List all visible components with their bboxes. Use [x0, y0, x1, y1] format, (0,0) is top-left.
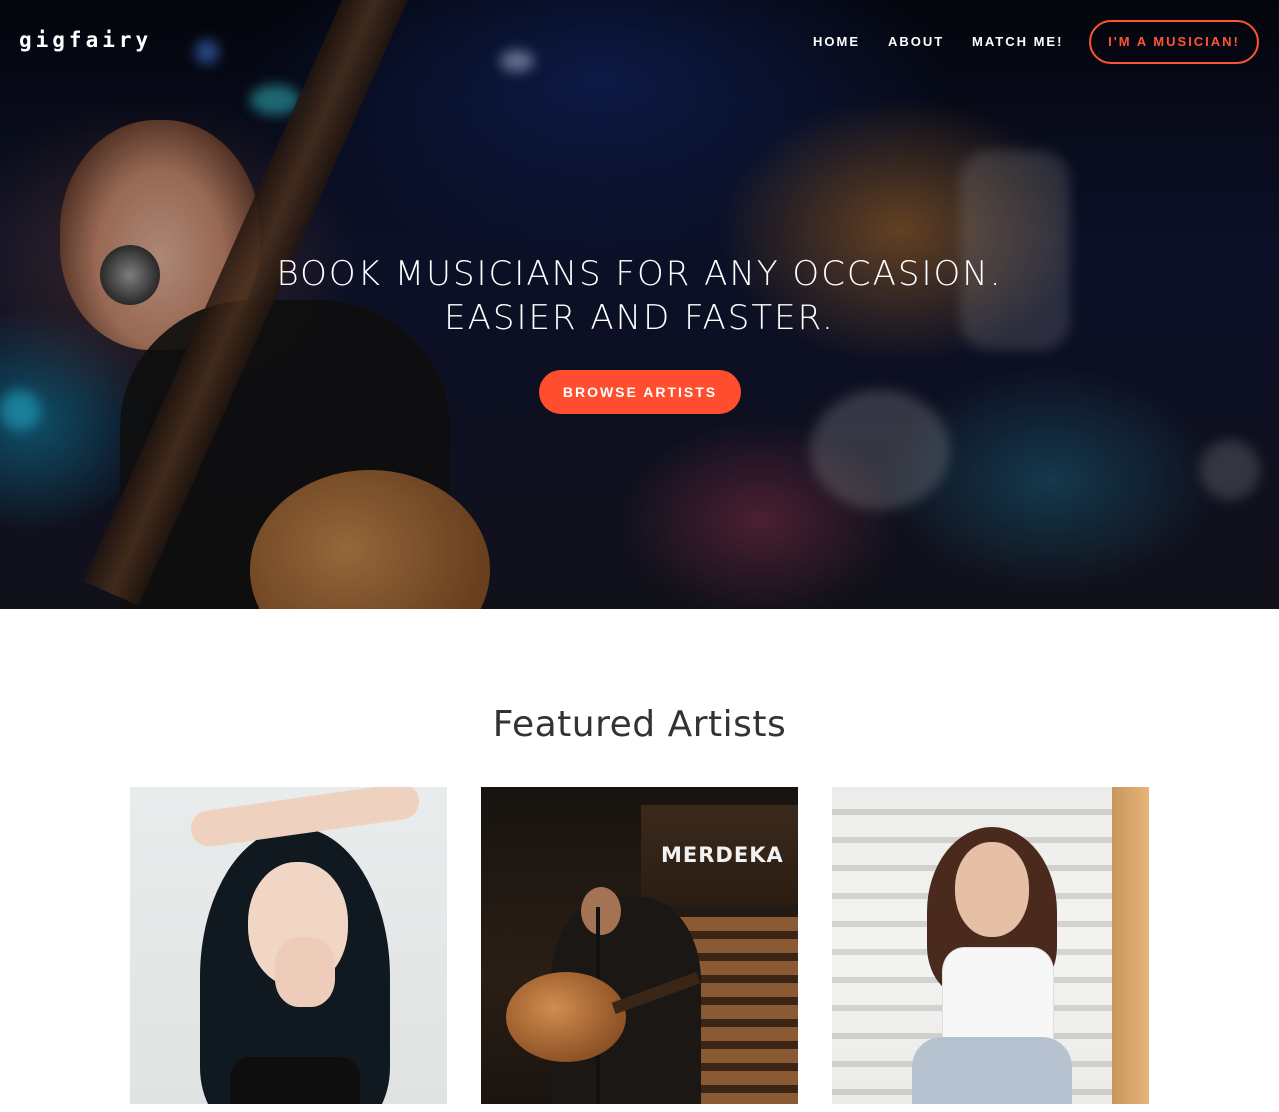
browse-artists-button[interactable]: BROWSE ARTISTS [539, 370, 741, 414]
artist-card-1[interactable] [130, 787, 447, 1104]
hero-headline: BOOK MUSICIANS FOR ANY OCCASION. EASIER … [0, 252, 1279, 340]
nav-link-match-me[interactable]: MATCH ME! [972, 34, 1063, 49]
artist-2-venue-sign-text: MERDEKA [661, 843, 784, 867]
hero-section: gigfairy HOME ABOUT MATCH ME! I'M A MUSI… [0, 0, 1279, 609]
artist-2-face [581, 887, 621, 935]
artist-3-legs [912, 1037, 1072, 1104]
hero-headline-line-2: EASIER AND FASTER. [444, 298, 835, 338]
artist-2-guitar [506, 972, 626, 1062]
hero-headline-line-1: BOOK MUSICIANS FOR ANY OCCASION. [276, 254, 1003, 294]
featured-artists-heading: Featured Artists [492, 704, 787, 745]
artist-1-hand [275, 937, 335, 1007]
artist-1-top [230, 1057, 360, 1104]
artist-card-3[interactable] [832, 787, 1149, 1104]
artist-card-2[interactable]: MERDEKA [481, 787, 798, 1104]
nav-link-home[interactable]: HOME [813, 34, 860, 49]
main-nav: HOME ABOUT MATCH ME! [0, 34, 1279, 54]
nav-link-about[interactable]: ABOUT [888, 34, 944, 49]
artist-3-face [955, 842, 1029, 937]
artist-3-railing [1112, 787, 1149, 1104]
im-a-musician-button[interactable]: I'M A MUSICIAN! [1089, 20, 1259, 64]
